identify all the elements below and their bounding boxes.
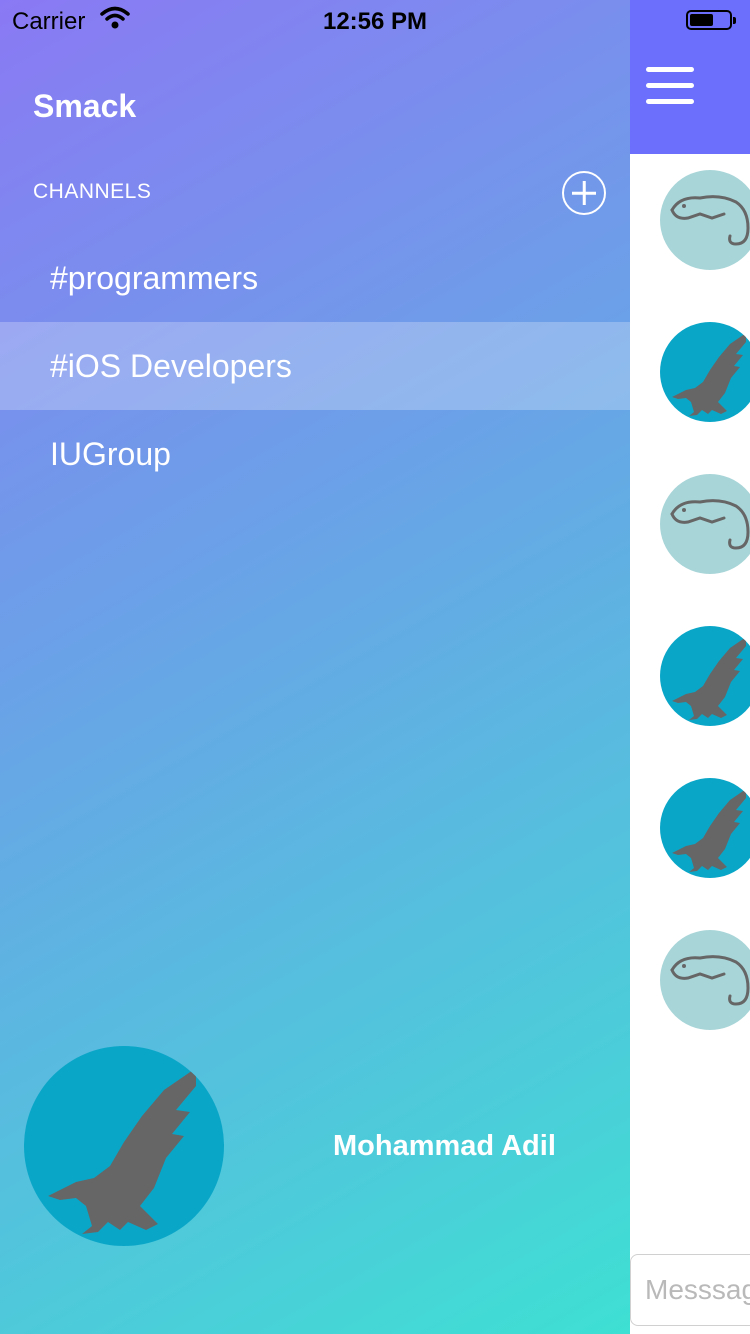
channel-label: IUGroup — [50, 436, 171, 472]
profile-name[interactable]: Mohammad Adil — [333, 1130, 556, 1163]
lizard-icon — [670, 195, 750, 246]
app-title: Smack — [33, 88, 137, 124]
channel-label: #iOS Developers — [50, 348, 292, 384]
channel-list: #programmers #iOS Developers IUGroup — [0, 234, 630, 498]
message-avatar — [660, 930, 750, 1030]
channel-item-ios-developers[interactable]: #iOS Developers — [0, 322, 630, 410]
status-time: 12:56 PM — [322, 8, 428, 35]
add-channel-button[interactable] — [562, 171, 606, 215]
channel-item-iugroup[interactable]: IUGroup — [0, 410, 630, 498]
eagle-icon — [672, 637, 746, 720]
channel-item-programmers[interactable]: #programmers — [0, 234, 630, 322]
message-avatar — [660, 170, 750, 270]
message-avatar — [660, 778, 750, 878]
profile-avatar[interactable] — [24, 1046, 224, 1246]
message-avatar — [660, 322, 750, 422]
eagle-icon — [48, 1068, 196, 1234]
channel-label: #programmers — [50, 260, 259, 296]
message-avatar — [660, 626, 750, 726]
battery-icon — [686, 10, 736, 30]
message-input[interactable] — [630, 1254, 750, 1326]
message-avatar — [660, 474, 750, 574]
battery-fill — [690, 14, 713, 26]
sidebar-drawer: Smack CHANNELS #programmers #iOS Develop… — [0, 0, 630, 1334]
status-bar: Carrier 12:56 PM — [0, 0, 750, 40]
eagle-icon — [672, 789, 746, 872]
hamburger-menu-icon[interactable] — [646, 67, 694, 105]
chat-panel — [630, 0, 750, 1334]
lizard-icon — [670, 499, 750, 550]
channels-header: CHANNELS — [33, 180, 152, 203]
lizard-icon — [670, 955, 750, 1006]
eagle-icon — [672, 333, 746, 416]
